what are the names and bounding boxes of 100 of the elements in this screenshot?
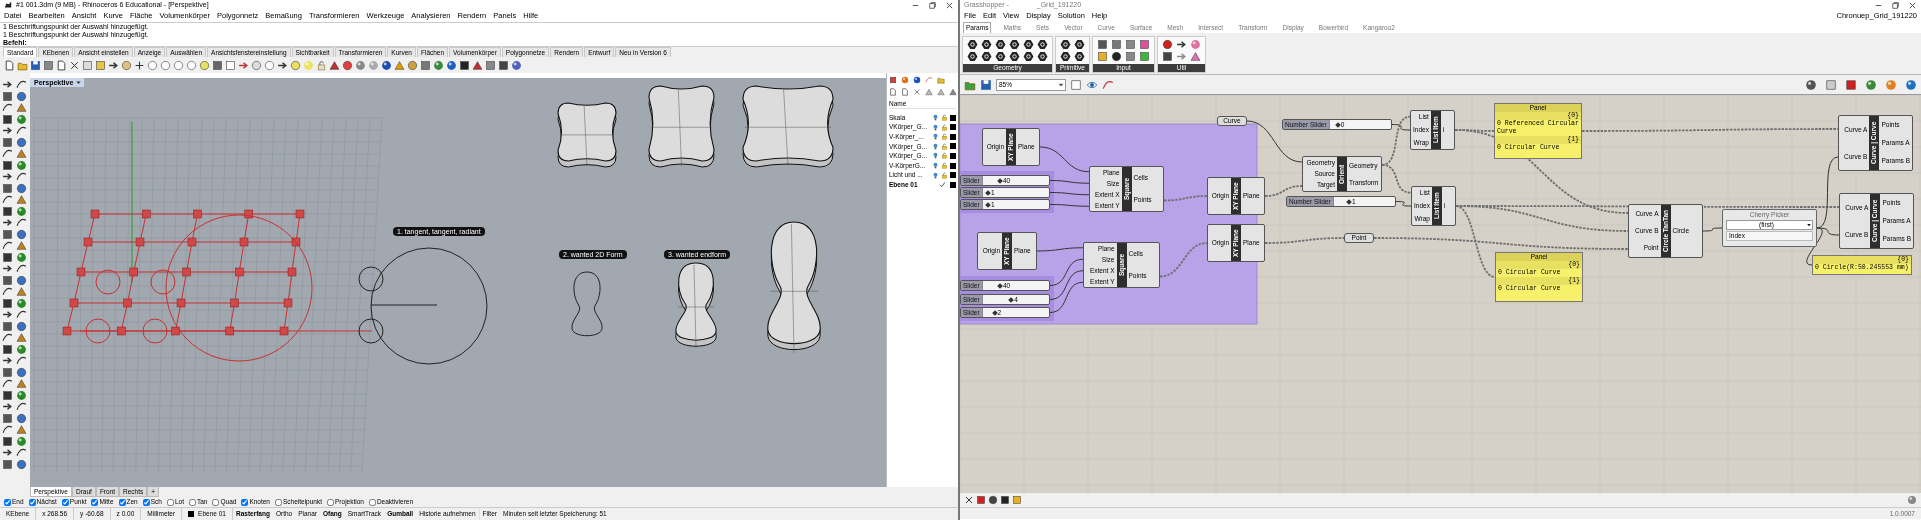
square-icon[interactable] bbox=[2, 412, 13, 424]
arrow-icon[interactable] bbox=[2, 217, 13, 228]
curve-icon[interactable] bbox=[16, 263, 27, 274]
curve-icon[interactable] bbox=[16, 309, 27, 320]
square-icon[interactable] bbox=[1162, 51, 1173, 62]
square-icon[interactable] bbox=[2, 205, 13, 217]
hexagon-icon[interactable] bbox=[1037, 39, 1048, 50]
lock-icon[interactable] bbox=[316, 59, 327, 71]
circle-icon[interactable] bbox=[1162, 39, 1173, 50]
triangle-icon[interactable] bbox=[472, 59, 483, 71]
slider-thumb[interactable] bbox=[991, 310, 998, 316]
layer-color-swatch[interactable] bbox=[950, 133, 956, 140]
sphere-icon[interactable] bbox=[1805, 78, 1817, 91]
layer-color-swatch[interactable] bbox=[950, 162, 956, 169]
lightbulb-icon[interactable] bbox=[932, 114, 939, 122]
arrow-icon[interactable] bbox=[2, 401, 13, 412]
sphere-icon[interactable] bbox=[16, 159, 27, 171]
square-icon[interactable] bbox=[2, 320, 13, 332]
square-icon[interactable] bbox=[2, 159, 13, 171]
save-icon[interactable] bbox=[980, 78, 992, 91]
curve-icon[interactable] bbox=[16, 79, 27, 90]
folder-icon[interactable] bbox=[937, 76, 945, 84]
square-icon[interactable] bbox=[1097, 39, 1108, 50]
layer-color-swatch[interactable] bbox=[950, 181, 956, 188]
hexagon-icon[interactable] bbox=[1074, 51, 1085, 62]
curve-icon[interactable] bbox=[16, 355, 27, 366]
hexagon-icon[interactable] bbox=[1023, 39, 1034, 50]
hexagon-icon[interactable] bbox=[967, 39, 978, 50]
slider-thumb[interactable] bbox=[1346, 199, 1352, 205]
hexagon-icon[interactable] bbox=[981, 51, 992, 62]
lightbulb-icon[interactable] bbox=[932, 123, 939, 131]
square-icon[interactable] bbox=[2, 136, 13, 148]
square-icon[interactable] bbox=[889, 76, 897, 84]
layer-color-swatch[interactable] bbox=[950, 172, 956, 179]
arrow-icon[interactable] bbox=[1176, 39, 1187, 50]
hexagon-icon[interactable] bbox=[967, 51, 978, 62]
sphere-icon[interactable] bbox=[901, 76, 909, 84]
arrow-icon[interactable] bbox=[2, 79, 13, 90]
square-icon[interactable] bbox=[1000, 495, 1010, 505]
triangle-icon[interactable] bbox=[16, 378, 27, 389]
checkbox[interactable] bbox=[61, 498, 69, 506]
sphere-icon[interactable] bbox=[16, 113, 27, 125]
sphere-icon[interactable] bbox=[1865, 78, 1877, 91]
layer-color-swatch[interactable] bbox=[950, 143, 956, 150]
curve-icon[interactable] bbox=[2, 240, 13, 251]
hexagon-icon[interactable] bbox=[995, 39, 1006, 50]
close-icon[interactable] bbox=[945, 0, 954, 10]
hexagon-icon[interactable] bbox=[1060, 39, 1071, 50]
sphere-icon[interactable] bbox=[16, 251, 27, 263]
checkbox[interactable] bbox=[241, 498, 249, 506]
sphere-icon[interactable] bbox=[913, 76, 921, 84]
slider-thumb[interactable] bbox=[997, 178, 1003, 184]
slider-thumb[interactable] bbox=[985, 202, 991, 208]
curve-icon[interactable] bbox=[16, 125, 27, 136]
hexagon-icon[interactable] bbox=[1060, 51, 1071, 62]
checkbox[interactable] bbox=[28, 498, 36, 506]
slider-thumb[interactable] bbox=[985, 190, 991, 196]
lightbulb-icon[interactable] bbox=[932, 171, 939, 179]
sphere-icon[interactable] bbox=[16, 297, 27, 309]
curve-icon[interactable] bbox=[2, 332, 13, 343]
curve-icon[interactable] bbox=[2, 424, 13, 435]
square-icon[interactable] bbox=[498, 59, 509, 71]
close-icon[interactable] bbox=[964, 495, 974, 505]
circle-icon[interactable] bbox=[988, 495, 998, 505]
checkbox[interactable] bbox=[189, 498, 196, 506]
close-icon[interactable] bbox=[1908, 0, 1917, 10]
arrow-icon[interactable] bbox=[2, 171, 13, 182]
triangle-icon[interactable] bbox=[16, 102, 27, 113]
checkbox[interactable] bbox=[275, 498, 282, 506]
triangle-icon[interactable] bbox=[16, 332, 27, 343]
square-icon[interactable] bbox=[459, 59, 470, 71]
triangle-icon[interactable] bbox=[1190, 51, 1201, 62]
checkbox[interactable] bbox=[4, 498, 11, 506]
hexagon-icon[interactable] bbox=[1023, 51, 1034, 62]
triangle-icon[interactable] bbox=[16, 194, 27, 205]
save-icon[interactable] bbox=[30, 59, 41, 71]
sphere-icon[interactable] bbox=[511, 59, 522, 71]
sphere-icon[interactable] bbox=[16, 389, 27, 401]
sphere-icon[interactable] bbox=[16, 435, 27, 447]
layer-color-swatch[interactable] bbox=[950, 152, 956, 159]
plus-icon[interactable] bbox=[134, 59, 145, 71]
layer-color-swatch[interactable] bbox=[950, 124, 956, 131]
lightbulb-icon[interactable] bbox=[932, 162, 939, 170]
lightbulb-icon[interactable] bbox=[932, 142, 939, 150]
restore-icon[interactable] bbox=[928, 0, 937, 10]
checkbox[interactable] bbox=[327, 498, 334, 506]
square-icon[interactable] bbox=[2, 90, 13, 102]
close-icon[interactable] bbox=[69, 59, 80, 71]
checkbox[interactable] bbox=[142, 498, 150, 506]
triangle-icon[interactable] bbox=[16, 148, 27, 159]
square-icon[interactable] bbox=[2, 228, 13, 240]
square-icon[interactable] bbox=[2, 251, 13, 263]
restore-icon[interactable] bbox=[1891, 0, 1900, 10]
lightbulb-icon[interactable] bbox=[932, 152, 939, 160]
triangle-icon[interactable] bbox=[16, 286, 27, 297]
circle-icon[interactable] bbox=[1111, 51, 1122, 62]
arrow-icon[interactable] bbox=[2, 447, 13, 458]
triangle-icon[interactable] bbox=[16, 240, 27, 251]
hexagon-icon[interactable] bbox=[995, 51, 1006, 62]
arrow-icon[interactable] bbox=[2, 263, 13, 274]
